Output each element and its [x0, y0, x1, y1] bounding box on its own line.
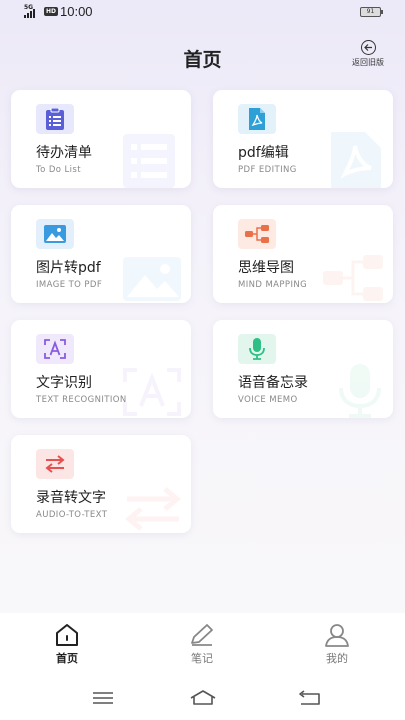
swap-arrows-watermark-icon: [125, 487, 181, 531]
pdf-file-watermark-icon: [331, 132, 381, 188]
card-subtitle: PDF EDITING: [238, 165, 297, 175]
tab-home[interactable]: 首页: [37, 623, 97, 666]
card-subtitle: AUDIO-TO-TEXT: [36, 510, 108, 520]
back-nav-icon[interactable]: [295, 689, 325, 707]
pdf-editing-card[interactable]: pdf编辑 PDF EDITING: [213, 90, 393, 188]
battery-icon: 91: [360, 7, 383, 17]
text-scan-icon: [36, 334, 74, 364]
user-icon: [325, 624, 349, 647]
back-to-old-version-button[interactable]: 返回旧版: [344, 40, 392, 68]
card-subtitle: MIND MAPPING: [238, 280, 308, 290]
card-title: 思维导图: [238, 260, 294, 276]
menu-icon[interactable]: [88, 689, 118, 707]
status-bar: 5G HD 10:00 91: [0, 0, 405, 26]
home-nav-icon[interactable]: [188, 689, 218, 707]
home-icon: [56, 624, 78, 646]
back-arrow-icon: [360, 40, 376, 55]
clipboard-list-watermark-icon: [123, 134, 175, 188]
card-title: 图片转pdf: [36, 260, 101, 276]
microphone-icon: [238, 334, 276, 364]
pencil-icon: [191, 624, 213, 646]
card-subtitle: VOICE MEMO: [238, 395, 298, 405]
todo-list-card[interactable]: 待办清单 To Do List: [11, 90, 191, 188]
tab-mine-label: 我的: [326, 652, 348, 665]
text-recognition-card[interactable]: 文字识别 TEXT RECOGNITION: [11, 320, 191, 418]
network-type: 5G: [24, 4, 34, 11]
text-scan-watermark-icon: [123, 368, 181, 416]
card-title: 文字识别: [36, 375, 92, 391]
clock: 10:00: [60, 4, 93, 19]
microphone-watermark-icon: [339, 364, 381, 418]
hd-badge: HD: [44, 7, 59, 16]
swap-arrows-icon: [36, 449, 74, 479]
card-subtitle: TEXT RECOGNITION: [36, 395, 127, 405]
card-title: 待办清单: [36, 145, 92, 161]
tab-notes-label: 笔记: [191, 652, 213, 665]
image-to-pdf-card[interactable]: 图片转pdf IMAGE TO PDF: [11, 205, 191, 303]
card-title: pdf编辑: [238, 145, 289, 161]
image-watermark-icon: [123, 257, 181, 301]
card-subtitle: IMAGE TO PDF: [36, 280, 103, 290]
clipboard-list-icon: [36, 104, 74, 134]
pdf-file-icon: [238, 104, 276, 134]
tab-home-label: 首页: [56, 652, 78, 665]
voice-memo-card[interactable]: 语音备忘录 VOICE MEMO: [213, 320, 393, 418]
card-subtitle: To Do List: [36, 165, 81, 175]
mind-map-icon: [238, 219, 276, 249]
tab-mine[interactable]: 我的: [307, 623, 367, 666]
back-to-old-version-label: 返回旧版: [352, 58, 384, 67]
audio-to-text-card[interactable]: 录音转文字 AUDIO-TO-TEXT: [11, 435, 191, 533]
mind-map-watermark-icon: [323, 255, 383, 301]
card-title: 录音转文字: [36, 490, 106, 506]
image-icon: [36, 219, 74, 249]
system-navigation-bar: [0, 675, 405, 720]
card-title: 语音备忘录: [238, 375, 308, 391]
bottom-tab-bar: 首页 笔记 我的: [0, 613, 405, 675]
mind-mapping-card[interactable]: 思维导图 MIND MAPPING: [213, 205, 393, 303]
tab-notes[interactable]: 笔记: [172, 623, 232, 666]
